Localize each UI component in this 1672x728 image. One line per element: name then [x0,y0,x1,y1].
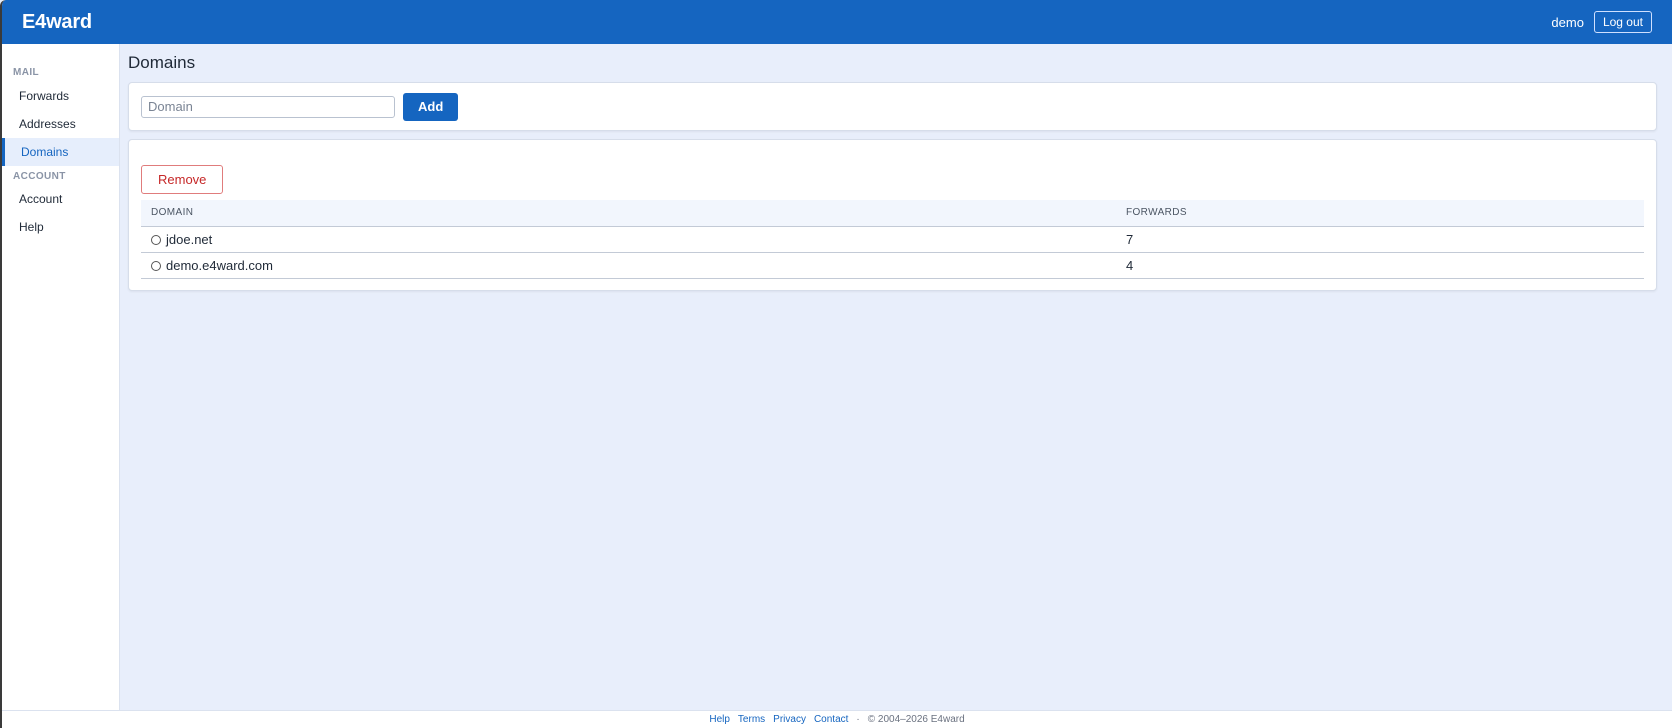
current-user: demo [1551,14,1584,30]
footer-link-privacy[interactable]: Privacy [773,714,806,725]
sidebar-item-account[interactable]: Account [2,185,119,213]
footer-link-contact[interactable]: Contact [814,714,848,725]
column-header-domain[interactable]: DOMAIN [141,200,1116,227]
table-header-row: DOMAIN FORWARDS [141,200,1644,227]
footer-separator: · [856,714,860,725]
footer: Help Terms Privacy Contact · © 2004–2026… [2,710,1672,728]
domains-table: DOMAIN FORWARDS jdoe.net 7 demo.e4ward.c… [141,200,1644,279]
brand-logo[interactable]: E4ward [22,11,92,34]
add-domain-card: Add [128,82,1657,131]
forwards-count: 7 [1116,226,1644,253]
domains-list-card: Remove DOMAIN FORWARDS jdoe.net 7 demo.e… [128,139,1657,291]
sidebar-item-forwards[interactable]: Forwards [2,82,119,110]
table-row[interactable]: demo.e4ward.com 4 [141,252,1644,279]
domain-name: demo.e4ward.com [166,257,273,273]
sidebar-item-help[interactable]: Help [2,213,119,241]
footer-link-help[interactable]: Help [709,714,730,725]
sidebar-item-domains[interactable]: Domains [2,138,119,166]
main-content: Domains Add Remove DOMAIN FORWARDS jdoe.… [128,44,1657,291]
domain-cell: jdoe.net [141,226,1116,253]
add-button[interactable]: Add [403,92,459,121]
user-area: demo Log out [1551,11,1652,33]
footer-link-terms[interactable]: Terms [738,714,765,725]
footer-copyright: © 2004–2026 E4ward [867,714,965,725]
app-window: E4ward demo Log out MAIL Forwards Addres… [0,0,1672,728]
column-header-forwards[interactable]: FORWARDS [1116,200,1644,227]
sidebar-section-account: ACCOUNT [13,171,66,182]
domain-input[interactable] [141,95,395,118]
top-bar: E4ward demo Log out [2,0,1672,44]
remove-button[interactable]: Remove [141,165,224,194]
domain-cell: demo.e4ward.com [141,252,1116,279]
row-select-radio[interactable] [151,234,161,245]
logout-button[interactable]: Log out [1593,11,1652,33]
page-title: Domains [128,53,196,72]
table-row[interactable]: jdoe.net 7 [141,226,1644,253]
forwards-count: 4 [1116,252,1644,279]
sidebar-item-addresses[interactable]: Addresses [2,110,119,138]
domain-name: jdoe.net [166,231,213,247]
sidebar-section-mail: MAIL [13,67,40,78]
row-select-radio[interactable] [151,260,161,271]
sidebar: MAIL Forwards Addresses Domains ACCOUNT … [2,44,120,710]
